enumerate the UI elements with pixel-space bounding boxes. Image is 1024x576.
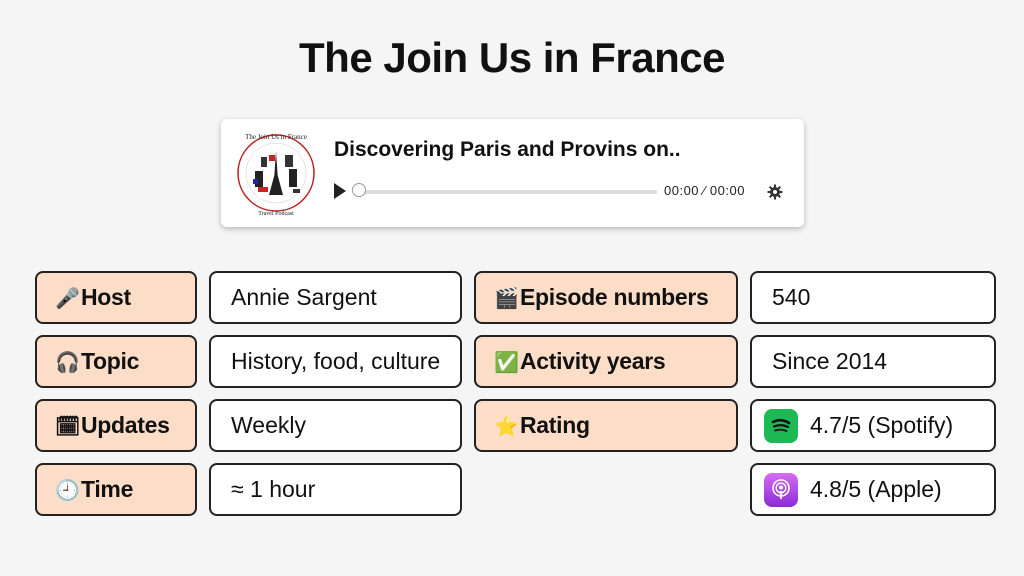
updates-label: Updates bbox=[81, 412, 170, 438]
headphones-icon: 🎧 bbox=[55, 349, 80, 374]
updates-value: Weekly bbox=[231, 412, 306, 438]
host-label-cell: 🎤 Host bbox=[35, 271, 197, 324]
play-icon[interactable] bbox=[332, 182, 348, 200]
updates-label-cell: 🗓 Updates bbox=[35, 399, 197, 452]
host-label: Host bbox=[81, 284, 131, 310]
spotify-icon bbox=[764, 408, 798, 443]
progress-track[interactable] bbox=[357, 190, 657, 194]
cover-subtitle: Travel Podcast bbox=[258, 211, 294, 217]
apple-podcasts-icon bbox=[764, 472, 798, 507]
topic-value: History, food, culture bbox=[231, 348, 441, 374]
rating-label-cell: ⭐ Rating bbox=[474, 399, 738, 452]
calendar-icon: 🗓 bbox=[55, 413, 81, 438]
topic-label-cell: 🎧 Topic bbox=[35, 335, 197, 388]
episodes-value-cell: 540 bbox=[750, 271, 996, 324]
topic-value-cell: History, food, culture bbox=[209, 335, 462, 388]
podcast-player: The Join Us in France Travel Podcast Dis… bbox=[221, 119, 804, 227]
episode-title: Discovering Paris and Provins on.. bbox=[334, 138, 681, 161]
activity-value: Since 2014 bbox=[772, 348, 888, 374]
apple-rating-value: 4.8/5 (Apple) bbox=[810, 476, 942, 502]
time-display: 00:00 ⁄ 00:00 bbox=[664, 183, 745, 198]
topic-label: Topic bbox=[81, 348, 140, 374]
time-label-cell: 🕘 Time bbox=[35, 463, 197, 516]
star-icon: ⭐ bbox=[494, 413, 519, 438]
updates-value-cell: Weekly bbox=[209, 399, 462, 452]
activity-value-cell: Since 2014 bbox=[750, 335, 996, 388]
clapper-board-icon: 🎬 bbox=[494, 285, 519, 310]
spotify-rating-cell: 4.7/5 (Spotify) bbox=[750, 399, 996, 452]
episodes-label: Episode numbers bbox=[520, 284, 709, 310]
activity-label: Activity years bbox=[520, 348, 666, 374]
cover-title: The Join Us in France bbox=[245, 133, 307, 141]
rating-label: Rating bbox=[520, 412, 590, 438]
time-label: Time bbox=[81, 476, 134, 502]
episodes-value: 540 bbox=[772, 284, 811, 310]
episodes-label-cell: 🎬 Episode numbers bbox=[474, 271, 738, 324]
host-value: Annie Sargent bbox=[231, 284, 377, 310]
time-value-cell: ≈ 1 hour bbox=[209, 463, 462, 516]
gear-icon[interactable] bbox=[767, 184, 783, 200]
time-value: ≈ 1 hour bbox=[231, 476, 316, 502]
microphone-icon: 🎤 bbox=[55, 285, 80, 310]
check-mark-icon: ✅ bbox=[494, 349, 519, 374]
clock-icon: 🕘 bbox=[55, 477, 80, 502]
progress-handle[interactable] bbox=[352, 183, 366, 197]
podcast-cover-art: The Join Us in France Travel Podcast bbox=[237, 133, 315, 217]
apple-rating-cell: 4.8/5 (Apple) bbox=[750, 463, 996, 516]
host-value-cell: Annie Sargent bbox=[209, 271, 462, 324]
page-title: The Join Us in France bbox=[299, 34, 725, 81]
activity-label-cell: ✅ Activity years bbox=[474, 335, 738, 388]
spotify-rating-value: 4.7/5 (Spotify) bbox=[810, 412, 954, 438]
